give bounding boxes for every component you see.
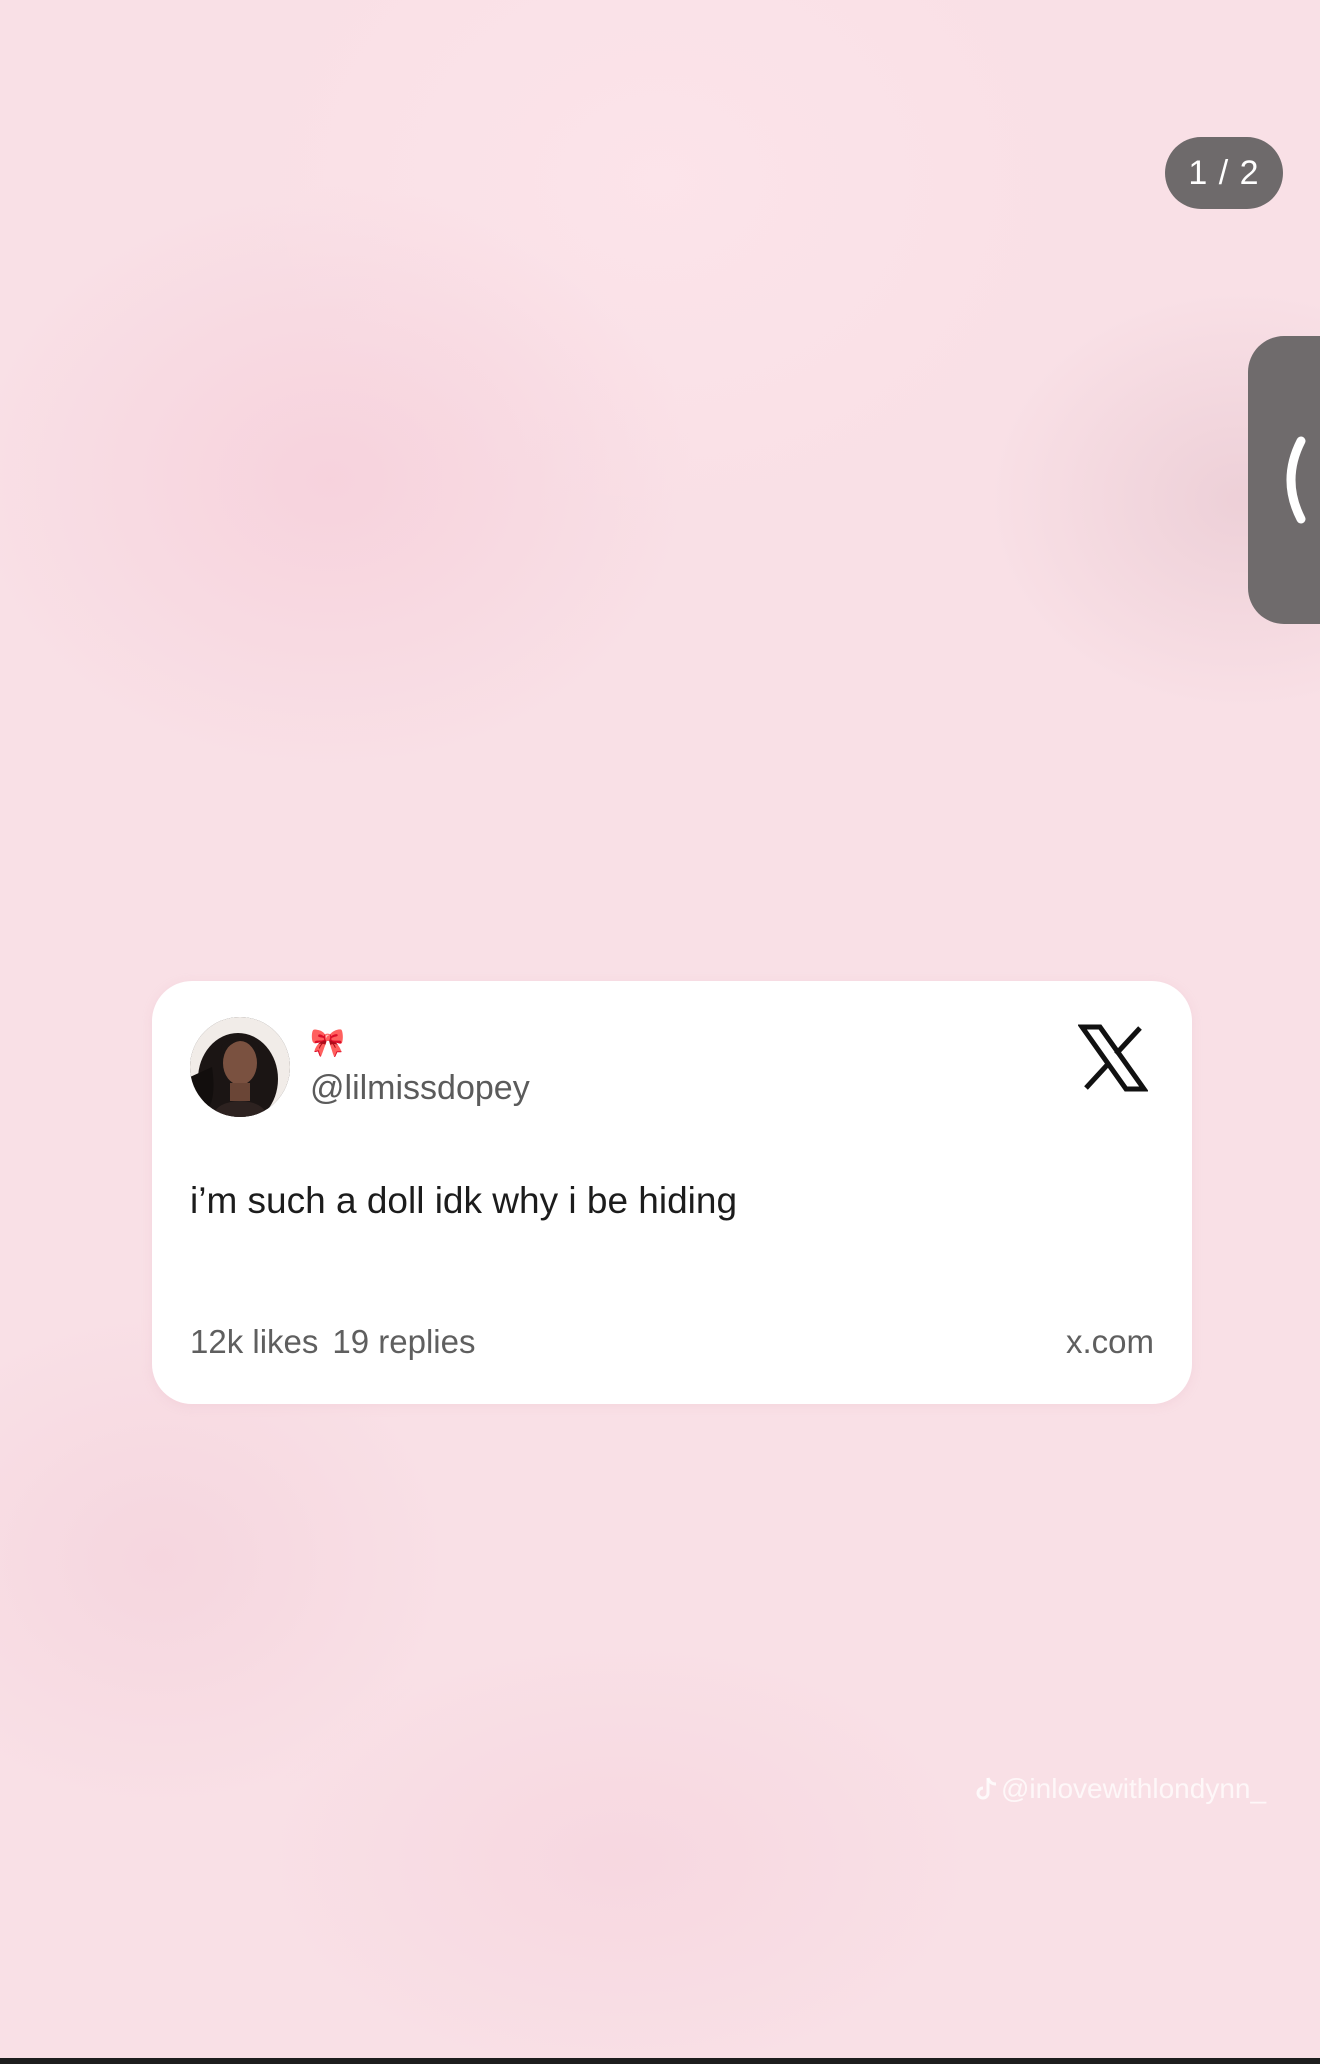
page-counter-text: 1 / 2: [1188, 153, 1260, 192]
tweet-text: i’m such a doll idk why i be hiding: [190, 1180, 738, 1221]
user-handle[interactable]: @lilmissdopey: [310, 1071, 530, 1105]
source-domain[interactable]: x.com: [1066, 1325, 1154, 1358]
tiktok-watermark: @inlovewithlondynn_: [975, 1773, 1266, 1805]
bottom-divider: [0, 2058, 1320, 2064]
watermark-text: @inlovewithlondynn_: [1001, 1773, 1267, 1804]
page-counter: 1 / 2: [1165, 137, 1283, 209]
replies-count: 19 replies: [332, 1323, 476, 1360]
x-logo-icon[interactable]: [1078, 1023, 1148, 1093]
tweet-stats: 12k likes 19 replies: [190, 1325, 475, 1358]
likes-count: 12k likes: [190, 1323, 319, 1360]
avatar[interactable]: [190, 1017, 290, 1117]
tweet-card[interactable]: 🎀 @lilmissdopey i’m such a doll idk why …: [152, 981, 1192, 1404]
display-name: 🎀: [310, 1026, 345, 1059]
chevron-left-icon: [1286, 436, 1306, 524]
side-panel-toggle[interactable]: [1248, 336, 1320, 624]
tiktok-icon: [976, 1777, 997, 1800]
